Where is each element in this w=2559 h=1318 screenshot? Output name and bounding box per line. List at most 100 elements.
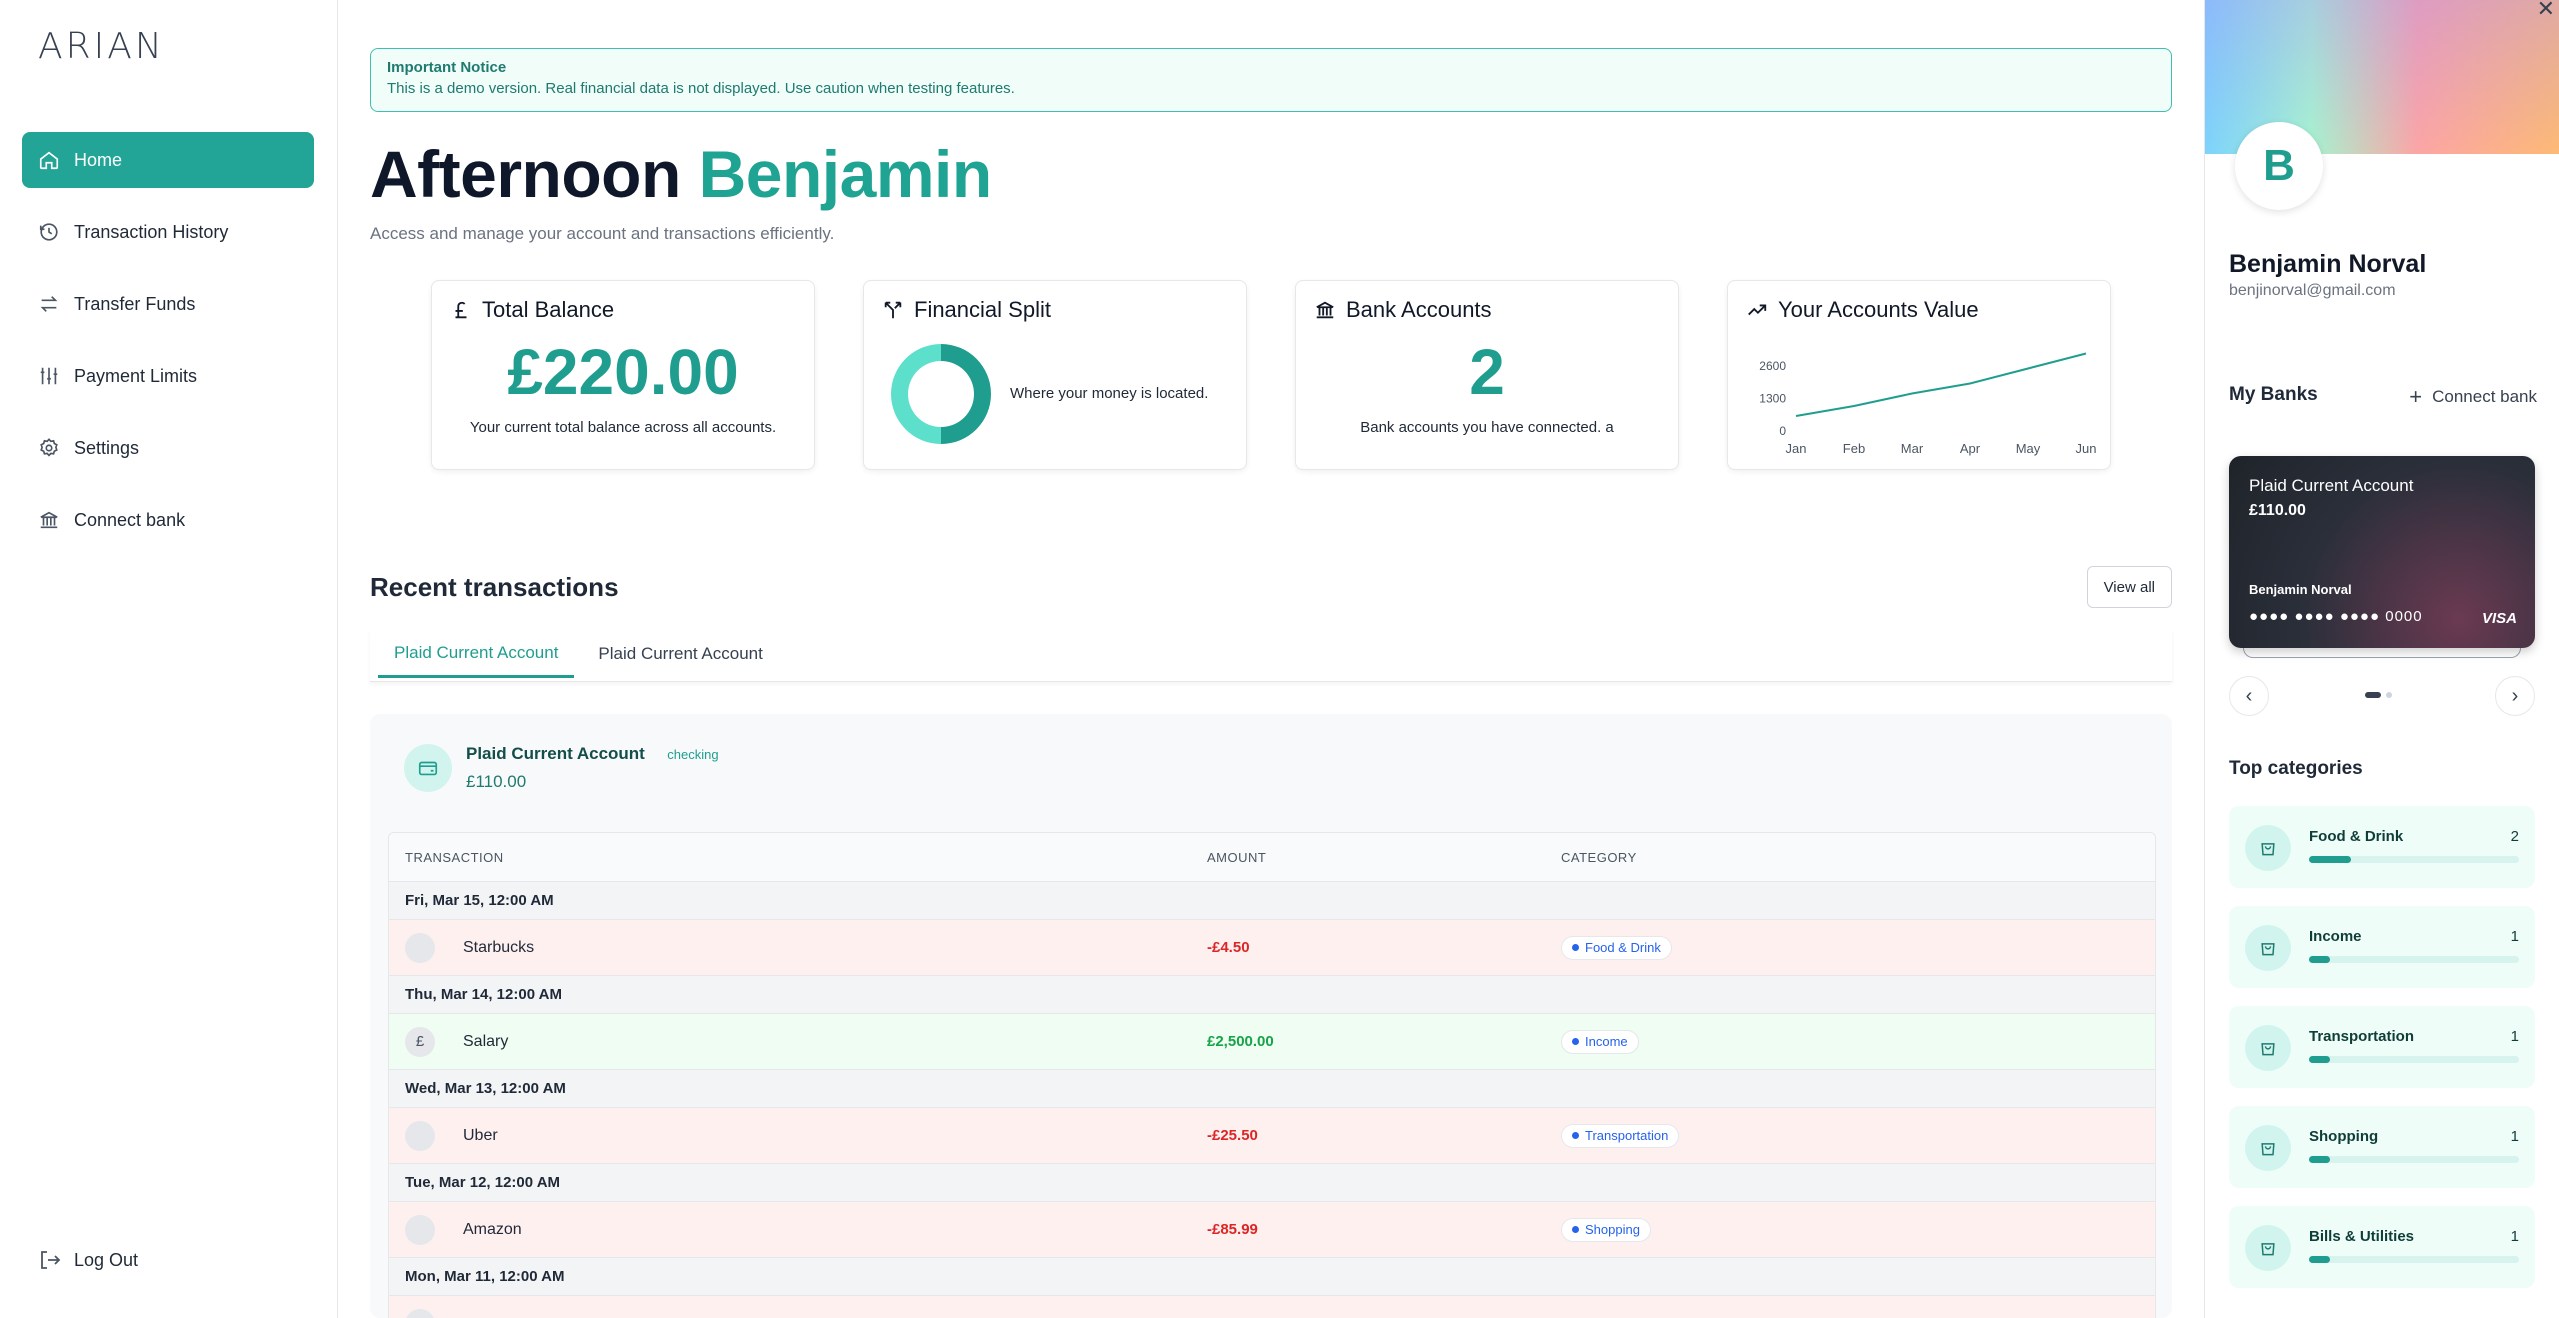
- transaction-amount: -£25.50: [1207, 1127, 1258, 1144]
- transfer-icon: [38, 293, 60, 315]
- column-header-transaction: TRANSACTION: [405, 849, 504, 865]
- sidebar-item-label: Home: [74, 149, 123, 170]
- history-icon: [38, 221, 60, 243]
- category-item-income[interactable]: Income 1: [2229, 906, 2535, 988]
- transactions-table: TRANSACTION AMOUNT CATEGORY Fri, Mar 15,…: [388, 832, 2156, 1318]
- sidebar-item-label: Connect bank: [74, 509, 186, 530]
- bank-icon: [1314, 299, 1336, 321]
- close-icon[interactable]: ✕: [2537, 0, 2555, 22]
- table-header: TRANSACTION AMOUNT CATEGORY: [389, 833, 2155, 881]
- transaction-name: Amazon: [463, 1220, 522, 1238]
- sidebar: ARIAN Home Transaction History Transfer …: [0, 0, 338, 1318]
- view-all-button[interactable]: View all: [2086, 566, 2172, 608]
- sidebar-item-connect-bank[interactable]: Connect bank: [22, 492, 314, 548]
- bank-accounts-card: Bank Accounts 2 Bank accounts you have c…: [1295, 280, 1679, 470]
- category-progress: [2309, 1056, 2519, 1063]
- y-tick-label: 1300: [1759, 392, 1786, 406]
- table-row[interactable]: [389, 1295, 2155, 1318]
- notice-title: Important Notice: [387, 59, 507, 76]
- category-item-transportation[interactable]: Transportation 1: [2229, 1006, 2535, 1088]
- bank-icon: [38, 509, 60, 531]
- greeting-name: Benjamin: [698, 137, 993, 211]
- x-tick-label: Apr: [1960, 441, 1981, 456]
- page-title: Afternoon Benjamin: [370, 136, 992, 212]
- sidebar-item-label: Transfer Funds: [74, 293, 196, 314]
- sidebar-item-settings[interactable]: Settings: [22, 420, 314, 476]
- category-item-food-drink[interactable]: Food & Drink 2: [2229, 806, 2535, 888]
- gear-icon: [38, 437, 60, 459]
- shopping-bag-icon: [2245, 1025, 2291, 1071]
- bank-card[interactable]: Plaid Current Account £110.00 Benjamin N…: [2229, 456, 2535, 648]
- table-row[interactable]: Starbucks -£4.50 Food & Drink: [389, 919, 2155, 975]
- financial-split-donut: [891, 344, 991, 444]
- sidebar-item-home[interactable]: Home: [22, 132, 314, 188]
- table-row[interactable]: £ Salary £2,500.00 Income: [389, 1013, 2155, 1069]
- category-progress: [2309, 1156, 2519, 1163]
- column-header-amount: AMOUNT: [1207, 849, 1267, 865]
- category-badge: Shopping: [1561, 1217, 1651, 1242]
- category-name: Bills & Utilities: [2309, 1228, 2415, 1245]
- account-balance: £110.00: [466, 772, 527, 791]
- tab-plaid-current-account-2[interactable]: Plaid Current Account: [582, 630, 778, 678]
- shopping-bag-icon: [2245, 1225, 2291, 1271]
- bank-card-balance: £110.00: [2249, 502, 2306, 519]
- logout-button[interactable]: Log Out: [38, 1248, 138, 1272]
- x-tick-label: Mar: [1901, 441, 1924, 456]
- account-tabs: Plaid Current Account Plaid Current Acco…: [370, 630, 2172, 682]
- category-dot: [1572, 944, 1579, 951]
- card-description: Bank accounts you have connected. a: [1360, 419, 1614, 436]
- card-header: Bank Accounts: [1314, 297, 1492, 323]
- merchant-image: [405, 932, 435, 963]
- category-dot: [1572, 1038, 1579, 1045]
- account-header: Plaid Current Account checking £110.00: [404, 744, 719, 792]
- date-group-header: Mon, Mar 11, 12:00 AM: [389, 1257, 2155, 1295]
- category-badge: Transportation: [1561, 1123, 1680, 1148]
- app-root: ARIAN Home Transaction History Transfer …: [0, 0, 2559, 1318]
- category-progress: [2309, 1256, 2519, 1263]
- category-badge: Food & Drink: [1561, 935, 1672, 960]
- chevron-left-icon: ‹: [2245, 684, 2253, 707]
- user-email: benjinorval@gmail.com: [2229, 282, 2396, 299]
- home-icon: [38, 149, 60, 171]
- card-title: Your Accounts Value: [1778, 297, 1979, 322]
- account-type: checking: [667, 747, 719, 762]
- transaction-name: Starbucks: [463, 938, 535, 956]
- split-icon: [882, 299, 904, 321]
- accounts-value-card: Your Accounts Value 2600 1300 0 Jan Feb Mar Ap…: [1727, 280, 2111, 470]
- connect-bank-button[interactable]: + Connect bank: [2409, 384, 2537, 410]
- merchant-image: [405, 1308, 435, 1318]
- sidebar-item-payment-limits[interactable]: Payment Limits: [22, 348, 314, 404]
- sidebar-nav: Home Transaction History Transfer Funds …: [22, 132, 314, 564]
- x-tick-label: Jan: [1786, 441, 1807, 456]
- category-name: Income: [2309, 928, 2362, 945]
- category-item-bills-utilities[interactable]: Bills & Utilities 1: [2229, 1206, 2535, 1288]
- transaction-name: Uber: [463, 1126, 498, 1144]
- bank-card-title: Plaid Current Account: [2249, 476, 2414, 495]
- category-dot: [1572, 1226, 1579, 1233]
- carousel-prev-button[interactable]: ‹: [2229, 676, 2269, 716]
- card-header: Financial Split: [882, 297, 1051, 323]
- connect-bank-label: Connect bank: [2432, 387, 2537, 406]
- category-progress-fill: [2309, 856, 2351, 863]
- carousel-next-button[interactable]: ›: [2495, 676, 2535, 716]
- category-item-shopping[interactable]: Shopping 1: [2229, 1106, 2535, 1188]
- tab-plaid-current-account-1[interactable]: Plaid Current Account: [378, 630, 575, 678]
- shopping-bag-icon: [2245, 825, 2291, 871]
- account-panel: Plaid Current Account checking £110.00 T…: [370, 714, 2172, 1318]
- carousel-dot-active[interactable]: [2365, 692, 2381, 698]
- table-row[interactable]: Uber -£25.50 Transportation: [389, 1107, 2155, 1163]
- category-label: Food & Drink: [1585, 940, 1661, 955]
- sidebar-item-transfer-funds[interactable]: Transfer Funds: [22, 276, 314, 332]
- category-progress: [2309, 856, 2519, 863]
- bank-card-number: ●●●● ●●●● ●●●● 0000: [2249, 608, 2423, 625]
- profile-panel: ✕ B Benjamin Norval benjinorval@gmail.co…: [2204, 0, 2559, 1318]
- total-balance-card: Total Balance £220.00 Your current total…: [431, 280, 815, 470]
- card-description: Your current total balance across all ac…: [469, 419, 777, 436]
- logout-label: Log Out: [74, 1249, 139, 1270]
- table-row[interactable]: Amazon -£85.99 Shopping: [389, 1201, 2155, 1257]
- sidebar-item-label: Transaction History: [74, 221, 229, 242]
- y-tick-label: 0: [1779, 424, 1786, 438]
- column-header-category: CATEGORY: [1561, 849, 1637, 865]
- sidebar-item-transaction-history[interactable]: Transaction History: [22, 204, 314, 260]
- carousel-dot[interactable]: [2386, 692, 2392, 698]
